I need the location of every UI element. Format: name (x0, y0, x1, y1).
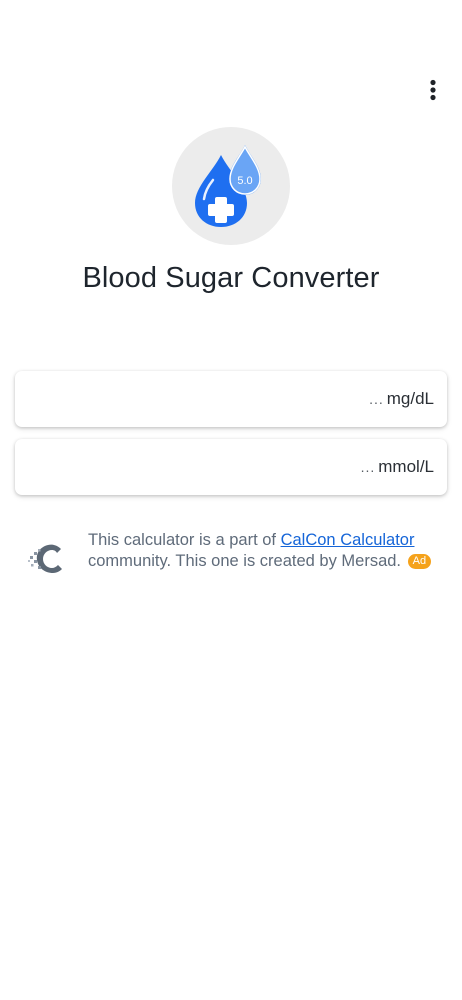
community-note-suffix: community. This one is created by Mersad… (88, 551, 402, 570)
mgdl-input[interactable] (15, 389, 387, 409)
mmol-unit-label: mmol/L (378, 457, 434, 476)
mgdl-unit-label: mg/dL (386, 389, 434, 408)
logo-badge-value: 5.0 (237, 175, 252, 187)
ad-badge[interactable]: Ad (407, 553, 432, 569)
app-logo: 5.0 (172, 127, 290, 245)
more-options-button[interactable] (416, 76, 450, 104)
community-note: This calculator is a part of CalCon Calc… (88, 530, 438, 571)
community-note-prefix: This calculator is a part of (88, 531, 281, 549)
more-vertical-icon (430, 79, 436, 101)
mmol-input[interactable] (15, 457, 379, 477)
mgdl-input-card[interactable]: mg/dL (15, 371, 447, 427)
mmol-input-card[interactable]: mmol/L (15, 439, 447, 495)
page-title: Blood Sugar Converter (82, 262, 380, 294)
calcon-logo-icon (28, 542, 66, 578)
calcon-calculator-link[interactable]: CalCon Calculator (281, 531, 415, 549)
blood-drop-plus-icon: 5.0 (195, 145, 261, 227)
